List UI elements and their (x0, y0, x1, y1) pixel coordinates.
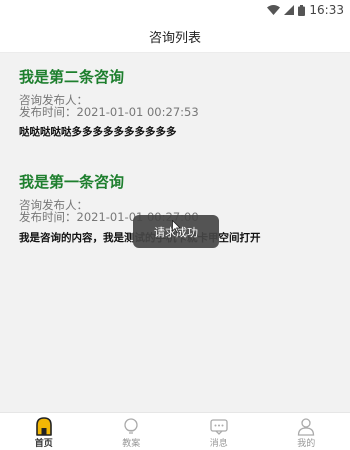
signal-icon (284, 5, 295, 15)
list-item[interactable]: 我是第二条咨询 咨询发布人： 发布时间：2021-01-01 00:27:53 … (0, 53, 350, 153)
tab-messages[interactable]: 消息 (175, 413, 263, 450)
item-content: 哒哒哒哒哒多多多多多多多多多多 (19, 126, 177, 138)
battery-icon (298, 4, 306, 16)
bulb-icon (121, 416, 141, 436)
status-bar: 16:33 (0, 0, 350, 20)
item-title: 我是第二条咨询 (19, 68, 125, 86)
tab-label: 我的 (297, 439, 316, 449)
item-title: 我是第一条咨询 (19, 173, 125, 191)
mouse-cursor-icon (172, 218, 181, 237)
item-time-value: 2021-01-01 00:27:53 (76, 105, 199, 119)
tab-lesson-plan[interactable]: 教案 (88, 413, 176, 450)
message-icon (209, 416, 229, 436)
page-title: 咨询列表 (148, 30, 201, 46)
nav-bar: 咨询列表 (0, 20, 350, 53)
tab-home[interactable]: 首页 (0, 413, 88, 450)
bottom-tab-bar: 首页 教案 消息 我的 (0, 412, 350, 450)
item-time-label: 发布时间： (19, 105, 77, 119)
home-icon (34, 416, 54, 436)
tab-label: 教案 (122, 439, 141, 449)
tab-label: 首页 (34, 439, 53, 449)
wifi-icon (267, 5, 281, 15)
item-time-label: 发布时间： (19, 210, 77, 224)
user-icon (296, 416, 316, 436)
list-item[interactable]: 我是第一条咨询 咨询发布人： 发布时间：2021-01-01 00:27:00 … (0, 163, 350, 263)
item-time: 发布时间：2021-01-01 00:27:53 (19, 104, 199, 120)
tab-label: 消息 (209, 439, 228, 449)
tab-profile[interactable]: 我的 (263, 413, 350, 450)
status-time: 16:33 (309, 3, 344, 17)
